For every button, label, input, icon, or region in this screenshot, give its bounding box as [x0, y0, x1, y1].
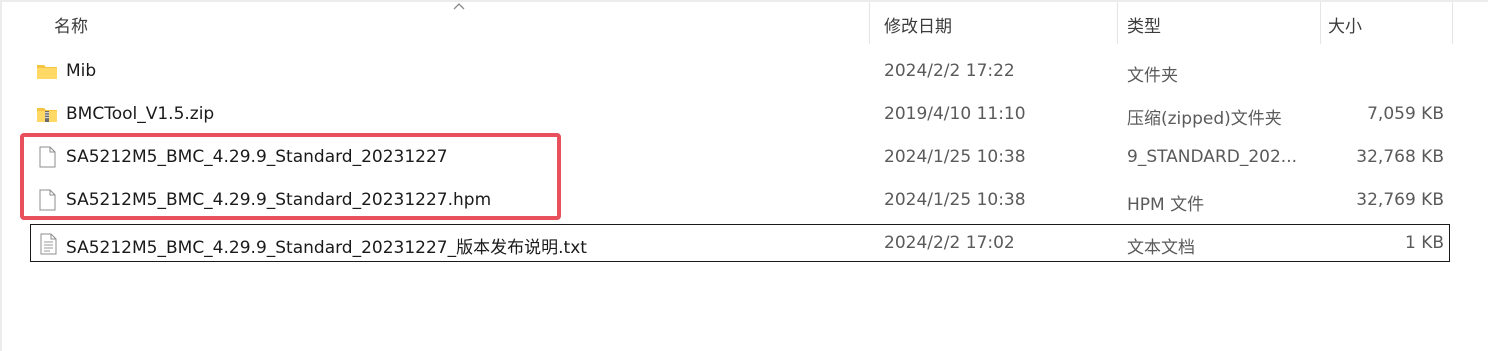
file-size: 32,769 KB — [1356, 190, 1444, 210]
file-row[interactable]: Mib 2024/2/2 17:22 文件夹 — [30, 52, 1450, 90]
file-modified: 2024/1/25 10:38 — [884, 147, 1026, 167]
zip-folder-icon — [37, 108, 57, 122]
file-type: HPM 文件 — [1127, 195, 1205, 215]
file-type: 压缩(zipped)文件夹 — [1127, 109, 1282, 129]
column-header-size[interactable]: 大小 — [1328, 12, 1362, 37]
file-modified: 2024/1/25 10:38 — [884, 190, 1026, 210]
column-divider[interactable] — [869, 2, 870, 44]
column-header-modified[interactable]: 修改日期 — [884, 12, 952, 37]
column-divider[interactable] — [1320, 2, 1321, 44]
text-file-icon — [40, 233, 57, 255]
column-header-name[interactable]: 名称 — [54, 12, 88, 37]
file-type: 文件夹 — [1127, 66, 1178, 86]
file-row[interactable]: SA5212M5_BMC_4.29.9_Standard_20231227_版本… — [30, 224, 1450, 262]
sort-ascending-icon[interactable] — [452, 0, 466, 12]
file-modified: 2024/2/2 17:22 — [884, 61, 1015, 81]
file-explorer: 名称 修改日期 类型 大小 Mib 2024/2/2 17:22 文件夹 BMC… — [0, 0, 1488, 351]
file-type: 9_STANDARD_202... — [1127, 147, 1297, 167]
file-name: SA5212M5_BMC_4.29.9_Standard_20231227_版本… — [66, 238, 587, 258]
folder-icon — [37, 65, 57, 79]
file-size: 1 KB — [1404, 233, 1444, 253]
left-border — [0, 0, 2, 351]
file-icon — [39, 189, 56, 211]
file-row[interactable]: SA5212M5_BMC_4.29.9_Standard_20231227 20… — [30, 138, 1450, 176]
file-size: 7,059 KB — [1367, 104, 1444, 124]
file-name: SA5212M5_BMC_4.29.9_Standard_20231227 — [66, 147, 448, 167]
file-modified: 2024/2/2 17:02 — [884, 233, 1015, 253]
column-header-bar: 名称 修改日期 类型 大小 — [0, 0, 1488, 44]
file-row[interactable]: BMCTool_V1.5.zip 2019/4/10 11:10 压缩(zipp… — [30, 95, 1450, 133]
file-row[interactable]: SA5212M5_BMC_4.29.9_Standard_20231227.hp… — [30, 181, 1450, 219]
column-header-type[interactable]: 类型 — [1127, 12, 1161, 37]
file-modified: 2019/4/10 11:10 — [884, 104, 1026, 124]
file-type: 文本文档 — [1127, 238, 1195, 258]
column-divider[interactable] — [1117, 2, 1118, 44]
file-name: Mib — [66, 61, 97, 81]
file-icon — [39, 146, 56, 168]
file-name: SA5212M5_BMC_4.29.9_Standard_20231227.hp… — [66, 190, 492, 210]
column-divider[interactable] — [1452, 2, 1453, 44]
file-name: BMCTool_V1.5.zip — [66, 104, 215, 124]
file-size: 32,768 KB — [1356, 147, 1444, 167]
